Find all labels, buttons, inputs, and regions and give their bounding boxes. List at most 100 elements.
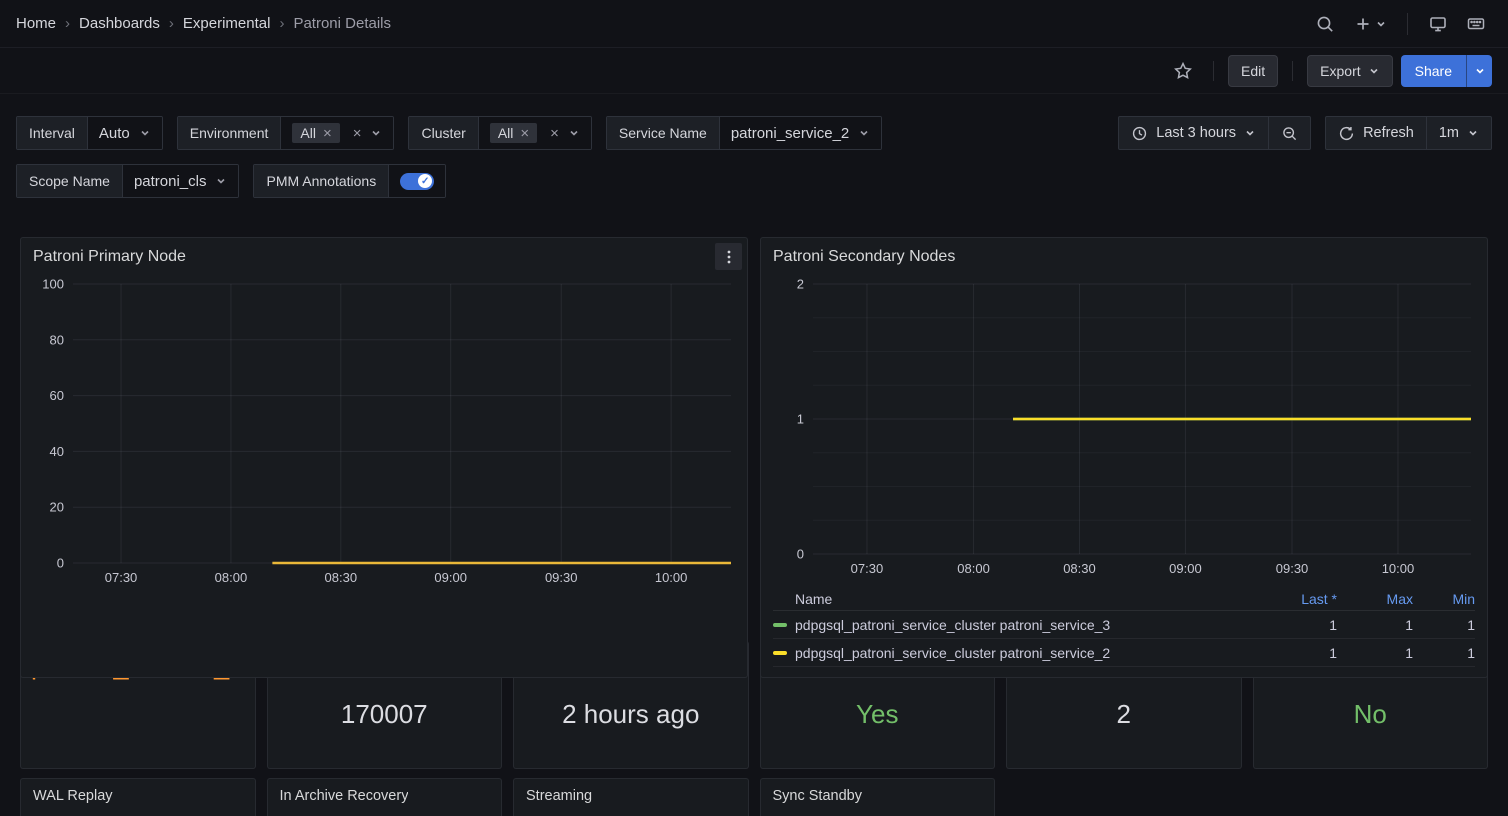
stat-value: Yes [761, 667, 995, 768]
breadcrumb-separator: › [279, 15, 284, 32]
panel-menu-button[interactable] [715, 243, 742, 270]
series-color-dash-icon [773, 651, 787, 655]
cluster-value-chip[interactable]: All × [490, 123, 537, 143]
environment-filter: Environment All × × [177, 116, 395, 150]
patroni-secondary-chart[interactable]: 01207:3008:0008:3009:0009:3010:00 [769, 276, 1479, 583]
remove-value-icon[interactable]: × [520, 126, 529, 141]
keyboard-icon [1466, 14, 1486, 34]
environment-select[interactable]: All × × [281, 117, 393, 149]
toolbar-divider [1213, 61, 1214, 81]
kiosk-mode-button[interactable] [1422, 8, 1454, 40]
refresh-button[interactable]: Refresh [1326, 117, 1426, 149]
service-name-select[interactable]: patroni_service_2 [720, 117, 881, 149]
legend-col-name[interactable]: Name [773, 591, 1261, 607]
toggle-check-icon: ✓ [418, 174, 432, 188]
panel-title[interactable]: Patroni Primary Node [33, 248, 186, 266]
clear-all-icon[interactable]: × [353, 126, 362, 141]
environment-value-chip[interactable]: All × [292, 123, 339, 143]
patroni-primary-chart[interactable]: 02040608010007:3008:0008:3009:0009:3010:… [29, 276, 739, 675]
stat-value: No [1254, 667, 1488, 768]
refresh-icon [1338, 125, 1355, 142]
svg-text:08:00: 08:00 [215, 570, 248, 585]
zoom-out-time-button[interactable] [1268, 117, 1310, 149]
service-name-selected-value: patroni_service_2 [731, 125, 849, 142]
scope-name-filter-label: Scope Name [17, 165, 123, 197]
legend-series-name[interactable]: pdpgsql_patroni_service_cluster patroni_… [773, 617, 1261, 633]
svg-text:07:30: 07:30 [105, 570, 138, 585]
stats-row-2: WAL Replay In Archive Recovery Streaming… [20, 778, 1488, 816]
share-menu-button[interactable] [1466, 55, 1492, 87]
stat-panel-wal-replay[interactable]: WAL Replay [20, 778, 256, 816]
refresh-group: Refresh 1m [1325, 116, 1492, 150]
breadcrumb-separator: › [169, 15, 174, 32]
breadcrumb-home[interactable]: Home [16, 15, 56, 32]
svg-text:0: 0 [57, 556, 64, 571]
svg-text:10:00: 10:00 [1382, 561, 1415, 576]
stat-title: WAL Replay [33, 788, 113, 804]
legend-row[interactable]: pdpgsql_patroni_service_cluster patroni_… [773, 639, 1475, 667]
search-icon [1315, 14, 1335, 34]
legend-last-value: 1 [1261, 645, 1337, 661]
service-name-filter-label: Service Name [607, 117, 720, 149]
chevron-down-icon [1244, 127, 1256, 139]
refresh-interval-select[interactable]: 1m [1426, 117, 1491, 149]
cluster-select[interactable]: All × × [479, 117, 591, 149]
pmm-annotations-toggle[interactable]: ✓ [400, 173, 434, 190]
legend-max-value: 1 [1337, 617, 1413, 633]
search-button[interactable] [1309, 8, 1341, 40]
time-range-value: Last 3 hours [1156, 125, 1236, 141]
zoom-out-icon [1281, 125, 1298, 142]
stat-value: 170007 [268, 667, 502, 768]
breadcrumb-experimental[interactable]: Experimental [183, 15, 271, 32]
legend-series-name[interactable]: pdpgsql_patroni_service_cluster patroni_… [773, 645, 1261, 661]
stat-panel-in-archive-recovery[interactable]: In Archive Recovery [267, 778, 503, 816]
svg-text:09:30: 09:30 [1276, 561, 1309, 576]
legend-row[interactable]: pdpgsql_patroni_service_cluster patroni_… [773, 611, 1475, 639]
stat-panel-streaming[interactable]: Streaming [513, 778, 749, 816]
chevron-down-icon [568, 127, 580, 139]
chevron-down-icon [370, 127, 382, 139]
timeseries-plot[interactable]: 02040608010007:3008:0008:3009:0009:3010:… [29, 276, 739, 589]
stat-title-row: In Archive Recovery [268, 779, 502, 804]
svg-text:08:00: 08:00 [957, 561, 990, 576]
dashboard-body: Patroni Primary Node 02040608010007:3008… [0, 212, 1508, 816]
timeseries-plot[interactable]: 01207:3008:0008:3009:0009:3010:00 [769, 276, 1479, 580]
svg-text:60: 60 [50, 388, 64, 403]
time-range-picker[interactable]: Last 3 hours [1119, 117, 1268, 149]
toolbar-divider [1292, 61, 1293, 81]
stat-title-row: WAL Replay [21, 779, 255, 804]
export-button[interactable]: Export [1307, 55, 1392, 87]
svg-text:09:00: 09:00 [434, 570, 467, 585]
stat-panel-sync-standby[interactable]: Sync Standby [760, 778, 996, 816]
keyboard-shortcuts-button[interactable] [1460, 8, 1492, 40]
edit-button[interactable]: Edit [1228, 55, 1278, 87]
share-button[interactable]: Share [1401, 55, 1466, 87]
favorite-button[interactable] [1167, 55, 1199, 87]
legend-max-value: 1 [1337, 645, 1413, 661]
legend-last-value: 1 [1261, 617, 1337, 633]
time-picker-group: Last 3 hours [1118, 116, 1311, 150]
legend-col-max[interactable]: Max [1337, 591, 1413, 607]
star-icon [1173, 61, 1193, 81]
interval-select[interactable]: Auto [88, 117, 162, 149]
panel-header[interactable]: Patroni Secondary Nodes [761, 238, 1487, 276]
scope-name-select[interactable]: patroni_cls [123, 165, 239, 197]
svg-text:80: 80 [50, 332, 64, 347]
dashboard-toolbar: Edit Export Share [0, 48, 1508, 94]
edit-button-label: Edit [1241, 63, 1265, 79]
panel-patroni-primary-node: Patroni Primary Node 02040608010007:3008… [20, 237, 748, 678]
legend-col-last[interactable]: Last * [1261, 591, 1337, 607]
panel-header[interactable]: Patroni Primary Node [21, 238, 747, 276]
remove-value-icon[interactable]: × [323, 126, 332, 141]
svg-text:100: 100 [42, 277, 64, 292]
panel-title[interactable]: Patroni Secondary Nodes [773, 248, 955, 266]
interval-filter-label: Interval [17, 117, 88, 149]
svg-text:10:00: 10:00 [655, 570, 688, 585]
breadcrumb-dashboards[interactable]: Dashboards [79, 15, 160, 32]
stat-value: 2 hours ago [514, 667, 748, 768]
legend-col-min[interactable]: Min [1413, 591, 1475, 607]
nav-actions [1309, 8, 1492, 40]
svg-text:1: 1 [797, 412, 804, 427]
add-new-button[interactable] [1347, 8, 1393, 40]
clear-all-icon[interactable]: × [550, 126, 559, 141]
